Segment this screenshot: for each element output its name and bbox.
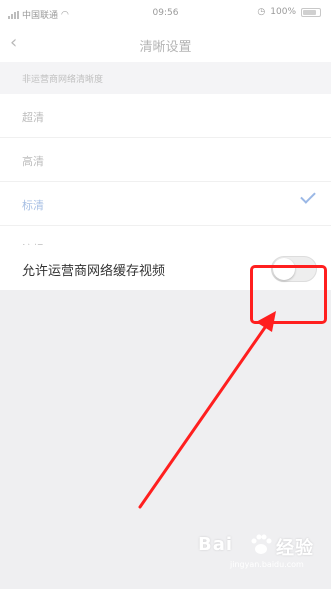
status-bar: 中国联通 ◠ 09:56 ◷ 100% (0, 0, 331, 26)
option-label: 超清 (22, 111, 44, 124)
checkmark-icon (300, 188, 316, 204)
alarm-icon: ◷ (257, 7, 266, 17)
cellular-cache-label: 允许运营商网络缓存视频 (22, 264, 166, 279)
annotation-highlight-box (250, 265, 327, 324)
watermark: Bai 经验 jingyan.baidu.com (190, 528, 330, 588)
option-sd[interactable]: 标清 (0, 182, 331, 226)
option-ultra-hd[interactable]: 超清 (0, 94, 331, 138)
watermark-brand: Bai (198, 534, 234, 555)
status-right: ◷ 100% (257, 7, 321, 17)
quality-options-list: 超清 高清 标清 流畅 (0, 94, 331, 270)
section-header-label: 非运营商网络清晰度 (22, 75, 104, 85)
paw-icon (251, 534, 272, 554)
battery-icon (301, 7, 321, 17)
watermark-brand-suffix: 经验 (276, 538, 314, 559)
nav-bar: ‹ 清晰设置 (0, 26, 331, 62)
watermark-url: jingyan.baidu.com (230, 560, 304, 569)
option-hd[interactable]: 高清 (0, 138, 331, 182)
battery-text: 100% (270, 7, 296, 17)
section-header: 非运营商网络清晰度 (0, 62, 331, 94)
option-label: 高清 (22, 155, 44, 168)
option-label: 标清 (22, 199, 44, 212)
page-title: 清晰设置 (139, 40, 192, 55)
